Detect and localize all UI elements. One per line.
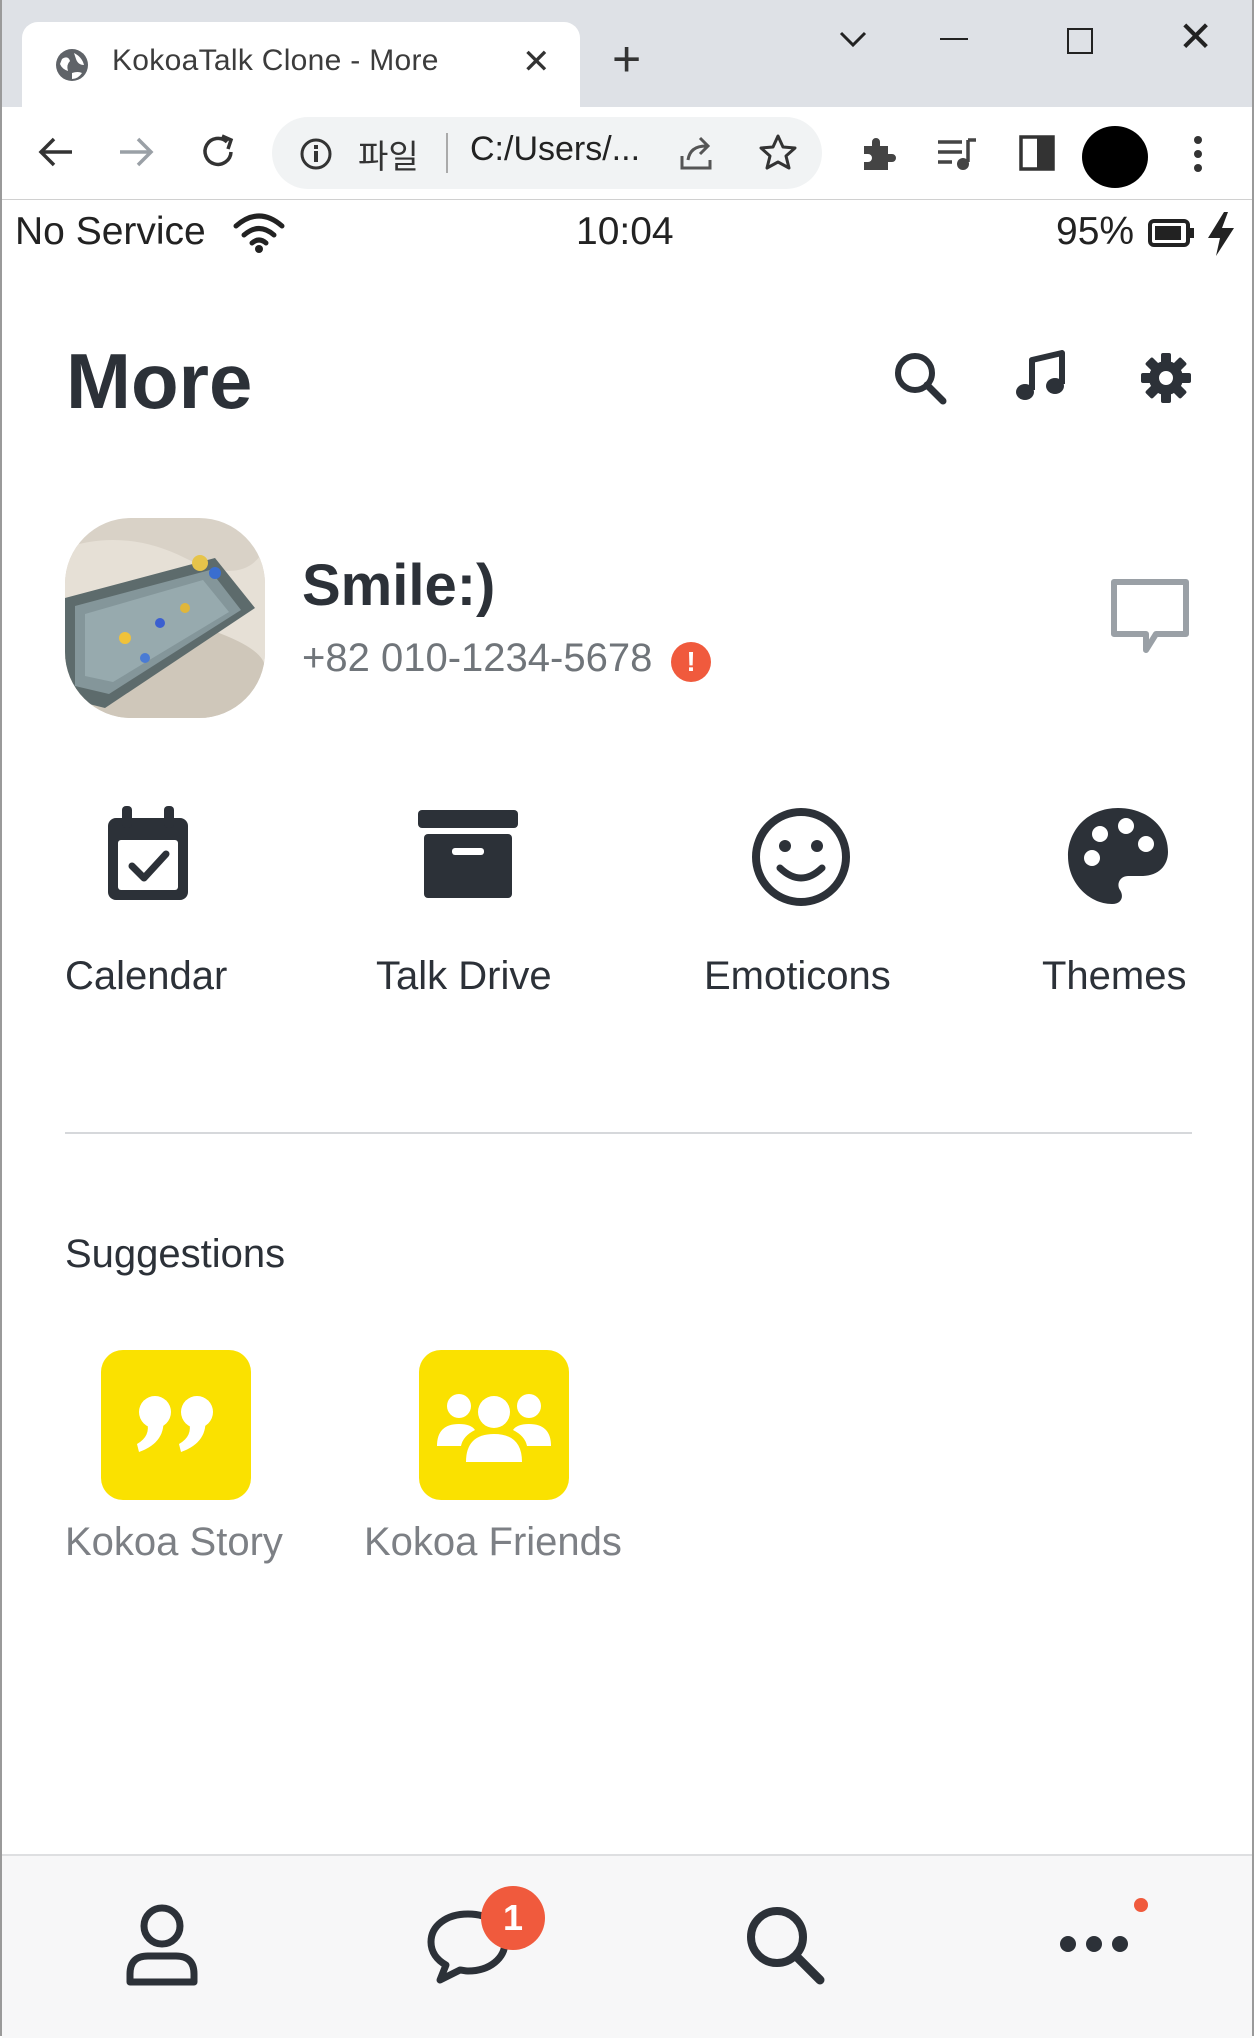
menu-label-talk-drive[interactable]: Talk Drive — [376, 954, 552, 999]
suggestion-label-kokoa-friends[interactable]: Kokoa Friends — [364, 1520, 622, 1565]
reload-icon[interactable] — [198, 132, 238, 172]
minimize-button[interactable] — [940, 38, 968, 40]
browser-tab-title: KokoaTalk Clone - More — [112, 44, 439, 77]
address-url[interactable]: C:/Users/... — [470, 130, 640, 169]
alert-badge[interactable]: ! — [671, 642, 711, 682]
extensions-puzzle-icon[interactable] — [858, 134, 898, 174]
new-tab-button[interactable]: + — [612, 34, 641, 84]
person-icon[interactable] — [124, 1902, 200, 1986]
tab-close-icon[interactable]: ✕ — [522, 42, 551, 82]
battery-percent: 95% — [1056, 210, 1135, 253]
address-separator — [446, 133, 448, 173]
profile-phone: +82 010-1234-5678 — [302, 636, 653, 680]
page-title: More — [66, 337, 253, 425]
gear-icon[interactable] — [1138, 350, 1194, 406]
battery-icon — [1148, 219, 1194, 247]
media-queue-icon[interactable] — [936, 134, 980, 174]
clock-label: 10:04 — [576, 210, 674, 253]
profile-avatar-button[interactable] — [1082, 126, 1148, 188]
info-icon[interactable] — [298, 136, 334, 172]
globe-icon — [56, 49, 88, 81]
menu-label-calendar[interactable]: Calendar — [65, 954, 227, 999]
charging-bolt-icon — [1208, 212, 1234, 256]
smiley-face-icon[interactable] — [750, 806, 852, 908]
ellipsis-icon[interactable] — [1058, 1932, 1130, 1956]
share-icon[interactable] — [676, 134, 718, 174]
wifi-icon — [233, 213, 285, 253]
suggestion-label-kokoa-story[interactable]: Kokoa Story — [65, 1520, 283, 1565]
maximize-button[interactable] — [1067, 28, 1093, 54]
search-icon[interactable] — [892, 350, 948, 406]
menu-label-emoticons[interactable]: Emoticons — [704, 954, 891, 999]
bookmark-star-icon[interactable] — [758, 132, 798, 172]
carrier-label: No Service — [15, 210, 206, 253]
window-border-left — [0, 0, 2, 2036]
search-tab-icon[interactable] — [742, 1902, 828, 1988]
suggestions-title: Suggestions — [65, 1232, 286, 1276]
section-divider — [65, 1132, 1192, 1134]
palette-icon[interactable] — [1066, 804, 1170, 908]
archive-box-icon[interactable] — [418, 810, 518, 900]
window-close-button[interactable]: ✕ — [1178, 16, 1213, 58]
forward-arrow-icon[interactable] — [116, 134, 156, 170]
chat-unread-badge: 1 — [481, 1886, 545, 1950]
menu-label-themes[interactable]: Themes — [1042, 954, 1187, 999]
more-notification-dot — [1134, 1898, 1148, 1912]
kokoa-story-tile[interactable] — [101, 1350, 251, 1500]
message-bubble-icon[interactable] — [1108, 576, 1192, 658]
music-note-icon[interactable] — [1012, 350, 1068, 406]
address-scheme-label: 파일 — [358, 138, 419, 175]
profile-photo[interactable] — [65, 518, 265, 718]
side-panel-icon[interactable] — [1018, 134, 1056, 172]
kokoa-friends-tile[interactable] — [419, 1350, 569, 1500]
calendar-check-icon[interactable] — [104, 804, 192, 904]
quote-icon — [137, 1396, 213, 1452]
profile-name: Smile:) — [302, 553, 496, 618]
users-icon — [437, 1394, 551, 1462]
back-arrow-icon[interactable] — [36, 134, 76, 170]
profile-photo-image — [65, 518, 265, 718]
kebab-menu-icon[interactable] — [1188, 132, 1208, 176]
tab-search-chevron-icon[interactable] — [838, 20, 868, 60]
